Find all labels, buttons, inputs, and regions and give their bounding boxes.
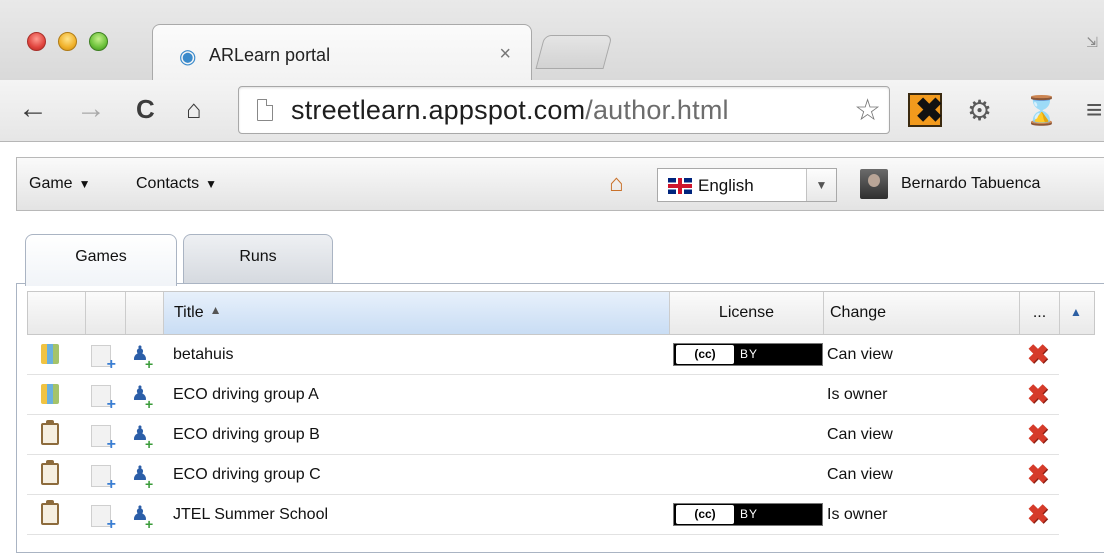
sort-ascending-icon: ▲ (209, 303, 222, 317)
row-title[interactable]: betahuis (173, 335, 234, 375)
close-window-button[interactable] (27, 32, 46, 51)
table-row[interactable]: ♟+ ECO driving group A Is owner ✖ (27, 375, 1059, 415)
add-document-icon[interactable] (91, 425, 116, 454)
chevron-down-icon: ▼ (78, 177, 91, 191)
row-title[interactable]: ECO driving group A (173, 375, 319, 415)
reload-icon[interactable]: C (136, 94, 155, 124)
add-users-icon[interactable]: ♟ + (131, 383, 153, 412)
row-permission: Can view (827, 426, 893, 443)
map-icon (41, 344, 59, 364)
add-document-icon[interactable] (91, 465, 116, 494)
globe-favicon-icon: ◉ (179, 46, 197, 68)
hourglass-icon[interactable]: ⌛ (1024, 94, 1059, 127)
address-bar[interactable]: streetlearn.appspot.com/author.html ☆ (238, 86, 890, 134)
page-icon (257, 99, 273, 121)
tab-games[interactable]: Games (25, 234, 177, 286)
table-row[interactable]: ♟+ JTEL Summer School (cc)BY Is owner ✖ (27, 495, 1059, 535)
row-title[interactable]: ECO driving group C (173, 455, 321, 495)
home-icon[interactable]: ⌂ (609, 170, 624, 198)
contacts-menu[interactable]: Contacts ▼ (136, 175, 217, 193)
tab-runs[interactable]: Runs (183, 234, 333, 284)
minimize-window-button[interactable] (58, 32, 77, 51)
back-arrow-icon[interactable]: ← (18, 94, 48, 124)
header-add-column (86, 292, 126, 334)
browser-tabstrip: ◉ ARLearn portal × ⇲ (0, 0, 1104, 82)
uk-flag-icon (668, 178, 692, 194)
add-document-icon[interactable] (91, 385, 116, 414)
cc-by-license-badge: (cc) BY (673, 343, 823, 366)
add-users-icon[interactable]: ♟ + (131, 423, 153, 452)
header-share-column (126, 292, 164, 334)
add-users-icon[interactable]: ♟ + (131, 503, 153, 532)
clipboard-icon (41, 500, 59, 525)
add-users-icon[interactable]: ♟ + (131, 463, 153, 492)
avatar[interactable] (860, 169, 888, 199)
row-permission: Is owner (827, 506, 888, 523)
header-license[interactable]: License (670, 292, 824, 334)
browser-menu-icon[interactable]: ≡ (1086, 94, 1102, 126)
row-permission: Can view (827, 466, 893, 483)
delete-icon[interactable]: ✖ (1027, 459, 1049, 489)
header-more[interactable]: ... (1020, 292, 1060, 334)
table-header: Title ▲ License Change ... ▲ (27, 291, 1095, 335)
row-title[interactable]: JTEL Summer School (173, 495, 328, 535)
browser-tab[interactable]: ◉ ARLearn portal × (152, 24, 532, 82)
language-select[interactable]: English ▼ (657, 168, 837, 202)
cc-by-license-badge: (cc) BY (673, 503, 823, 526)
tab-close-icon[interactable]: × (499, 43, 511, 66)
language-value: English (698, 176, 754, 195)
app-menu-bar: Game ▼ Contacts ▼ ⌂ English ▼ Bernardo Tab… (16, 157, 1104, 211)
header-title[interactable]: Title ▲ (164, 292, 670, 334)
header-change[interactable]: Change (824, 292, 1020, 334)
delete-icon[interactable]: ✖ (1027, 339, 1049, 369)
clipboard-icon (41, 420, 59, 445)
delete-icon[interactable]: ✖ (1027, 379, 1049, 409)
chevron-down-icon[interactable]: ▼ (806, 169, 836, 201)
scroll-up-arrow-icon[interactable]: ▲ (1058, 292, 1094, 334)
add-users-icon[interactable]: ♟ + (131, 343, 153, 372)
clipboard-icon (41, 460, 59, 485)
row-title[interactable]: ECO driving group B (173, 415, 320, 455)
table-row[interactable]: ♟+ betahuis (cc)BY Can view ✖ (27, 335, 1059, 375)
table-row[interactable]: ♟+ ECO driving group C Can view ✖ (27, 455, 1059, 495)
row-permission: Can view (827, 346, 893, 363)
extension-puzzle-icon[interactable]: ⚙ (967, 94, 992, 127)
extension-x-icon[interactable]: ✖ (908, 92, 944, 130)
window-resize-icon: ⇲ (1086, 34, 1098, 50)
row-permission: Is owner (827, 386, 888, 403)
new-tab-button[interactable] (535, 35, 613, 69)
zoom-window-button[interactable] (89, 32, 108, 51)
user-name[interactable]: Bernardo Tabuenca (901, 175, 1040, 193)
add-document-icon[interactable] (91, 505, 116, 534)
map-icon (41, 384, 59, 404)
bookmark-star-icon[interactable]: ☆ (854, 93, 881, 128)
table-row[interactable]: ♟+ ECO driving group B Can view ✖ (27, 415, 1059, 455)
url-text: streetlearn.appspot.com/author.html (291, 95, 729, 125)
game-menu[interactable]: Game ▼ (29, 175, 90, 193)
delete-icon[interactable]: ✖ (1027, 499, 1049, 529)
header-icon-column (28, 292, 86, 334)
home-icon[interactable]: ⌂ (186, 94, 202, 124)
add-document-icon[interactable] (91, 345, 116, 374)
delete-icon[interactable]: ✖ (1027, 419, 1049, 449)
forward-arrow-icon[interactable]: → (76, 94, 106, 124)
browser-tab-title: ARLearn portal (209, 45, 331, 65)
chevron-down-icon: ▼ (205, 177, 218, 191)
